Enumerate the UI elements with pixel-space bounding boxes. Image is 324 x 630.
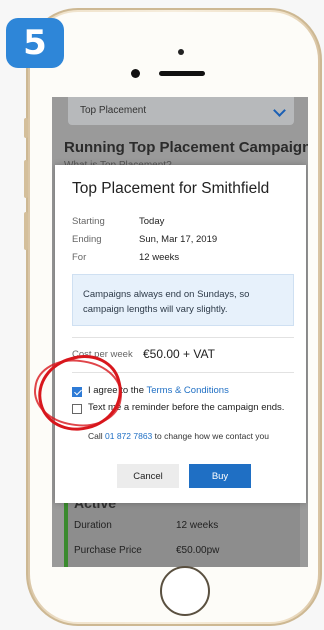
earpiece-speaker <box>159 71 205 76</box>
card-duration-label: Duration <box>74 520 112 531</box>
info-notice: Campaigns always end on Sundays, so camp… <box>72 274 294 326</box>
card-duration-value: 12 weeks <box>176 520 219 531</box>
cost-value: €50.00 + VAT <box>143 347 215 361</box>
volume-up-button <box>24 160 28 198</box>
contact-note-suffix: to change how we contact you <box>152 431 270 441</box>
duration-label: For <box>72 252 87 263</box>
contact-note: Call 01 872 7863 to change how we contac… <box>88 431 269 441</box>
phone-number-link[interactable]: 01 872 7863 <box>105 431 152 441</box>
step-badge: 5 <box>6 18 64 68</box>
dialog-title: Top Placement for Smithfield <box>72 180 270 197</box>
starting-value: Today <box>139 216 165 227</box>
volume-down-button <box>24 212 28 250</box>
duration-value: 12 weeks <box>139 252 180 263</box>
cancel-button[interactable]: Cancel <box>117 464 179 488</box>
starting-label: Starting <box>72 216 105 227</box>
phone-screen: Top Placement Running Top Placement Camp… <box>52 97 308 567</box>
terms-link[interactable]: Terms & Conditions <box>146 385 228 396</box>
card-price-value: €50.00pw <box>176 545 220 556</box>
mute-switch <box>24 118 28 138</box>
page-heading: Running Top Placement Campaigns <box>64 139 308 156</box>
card-price-label: Purchase Price <box>74 545 142 556</box>
ending-value: Sun, Mar 17, 2019 <box>139 234 218 245</box>
home-button[interactable] <box>160 566 210 616</box>
purchase-dialog: Top Placement for Smithfield Starting To… <box>55 165 306 503</box>
proximity-sensor <box>178 49 184 55</box>
info-notice-text: Campaigns always end on Sundays, so camp… <box>83 289 250 315</box>
chevron-down-icon <box>273 104 286 117</box>
product-dropdown-value: Top Placement <box>80 105 147 116</box>
buy-button[interactable]: Buy <box>189 464 251 488</box>
product-dropdown[interactable]: Top Placement <box>68 97 294 125</box>
contact-note-prefix: Call <box>88 431 106 441</box>
ending-label: Ending <box>72 234 102 245</box>
divider <box>72 337 294 338</box>
front-camera-icon <box>131 69 140 78</box>
